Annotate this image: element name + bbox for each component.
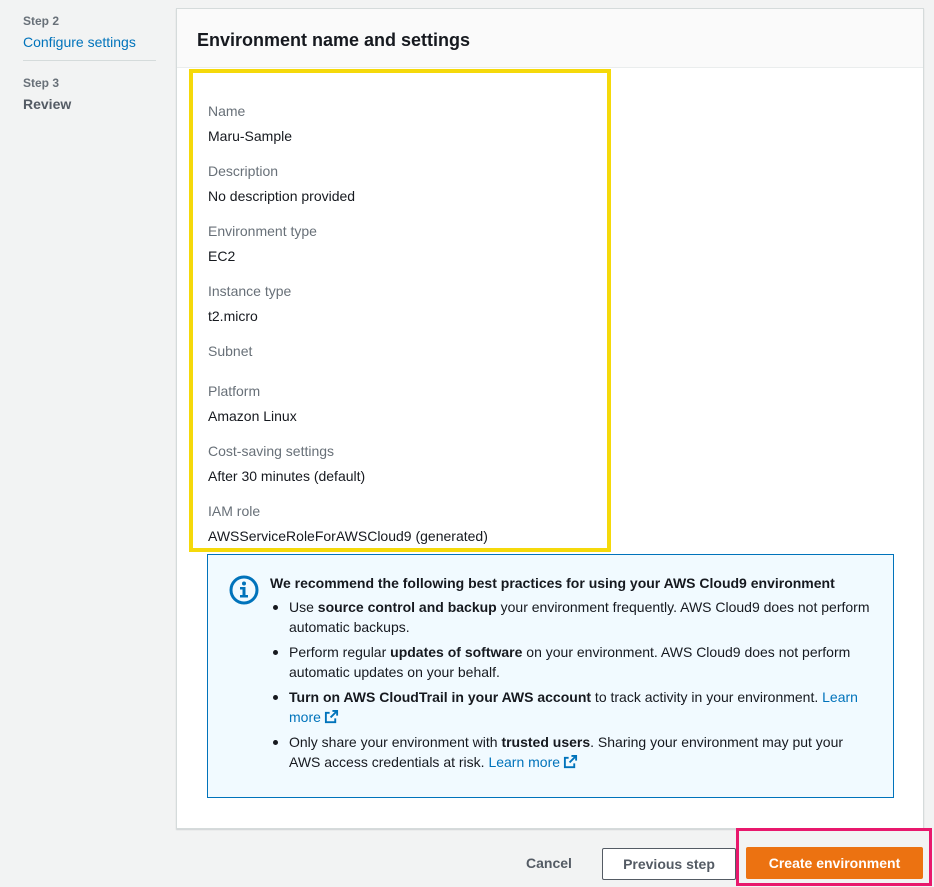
best-practices-list: Use source control and backup your envir… <box>270 597 873 772</box>
field-value: t2.micro <box>208 308 258 324</box>
list-item: Turn on AWS CloudTrail in your AWS accou… <box>270 687 873 727</box>
field-name: Name Maru-Sample <box>208 101 607 161</box>
info-icon <box>229 575 259 605</box>
text: Use <box>289 599 318 615</box>
step-2: Step 2 Configure settings <box>23 14 136 50</box>
field-description: Description No description provided <box>208 161 607 221</box>
field-instance-type: Instance type t2.micro <box>208 281 607 341</box>
field-key: Name <box>208 103 246 119</box>
panel-header: Environment name and settings <box>177 9 923 68</box>
field-platform: Platform Amazon Linux <box>208 381 607 441</box>
text: Perform regular <box>289 644 391 660</box>
field-value: Amazon Linux <box>208 408 297 424</box>
cancel-button[interactable]: Cancel <box>510 848 588 878</box>
settings-details: Name Maru-Sample Description No descript… <box>189 69 611 552</box>
field-value: No description provided <box>208 188 356 204</box>
step-2-number: Step 2 <box>23 14 60 28</box>
field-value: EC2 <box>208 248 236 264</box>
external-link-icon <box>563 754 578 769</box>
text-bold: updates of software <box>390 644 523 660</box>
previous-step-button[interactable]: Previous step <box>602 848 736 880</box>
field-value: Maru-Sample <box>208 128 293 144</box>
panel-title: Environment name and settings <box>197 30 471 50</box>
text-bold: Turn on AWS CloudTrail in your AWS accou… <box>289 689 592 705</box>
best-practices-alert: We recommend the following best practice… <box>207 554 894 798</box>
wizard-sidebar: Step 2 Configure settings Step 3 Review <box>0 0 170 887</box>
learn-more-sharing-link[interactable]: Learn more <box>488 754 578 770</box>
field-key: Cost-saving settings <box>208 443 335 459</box>
field-key: Platform <box>208 383 261 399</box>
step-3: Step 3 Review <box>23 76 71 112</box>
create-environment-button[interactable]: Create environment <box>746 847 923 879</box>
link-label: Learn more <box>488 754 561 770</box>
field-key: Environment type <box>208 223 317 239</box>
text: to track activity in your environment. <box>591 689 823 705</box>
text-bold: source control and backup <box>317 599 497 615</box>
field-key: Subnet <box>208 343 253 359</box>
field-cost-saving: Cost-saving settings After 30 minutes (d… <box>208 441 607 501</box>
list-item: Use source control and backup your envir… <box>270 597 873 637</box>
wizard-footer: Cancel Previous step Create environment <box>0 828 934 887</box>
list-item: Only share your environment with trusted… <box>270 732 873 772</box>
field-iam-role: IAM role AWSServiceRoleForAWSCloud9 (gen… <box>208 501 607 561</box>
field-value: AWSServiceRoleForAWSCloud9 (generated) <box>208 528 488 544</box>
text-bold: trusted users <box>501 734 591 750</box>
alert-title: We recommend the following best practice… <box>270 575 835 591</box>
field-key: Description <box>208 163 279 179</box>
field-environment-type: Environment type EC2 <box>208 221 607 281</box>
text: Only share your environment with <box>289 734 502 750</box>
step-2-link[interactable]: Configure settings <box>23 34 136 50</box>
field-key: IAM role <box>208 503 261 519</box>
review-panel: Environment name and settings Name Maru-… <box>176 8 924 829</box>
field-value: After 30 minutes (default) <box>208 468 366 484</box>
step-3-number: Step 3 <box>23 76 60 90</box>
list-item: Perform regular updates of software on y… <box>270 642 873 682</box>
external-link-icon <box>324 709 338 724</box>
step-divider <box>23 60 156 61</box>
step-3-label: Review <box>23 96 72 112</box>
field-key: Instance type <box>208 283 292 299</box>
field-subnet: Subnet <box>208 341 607 381</box>
